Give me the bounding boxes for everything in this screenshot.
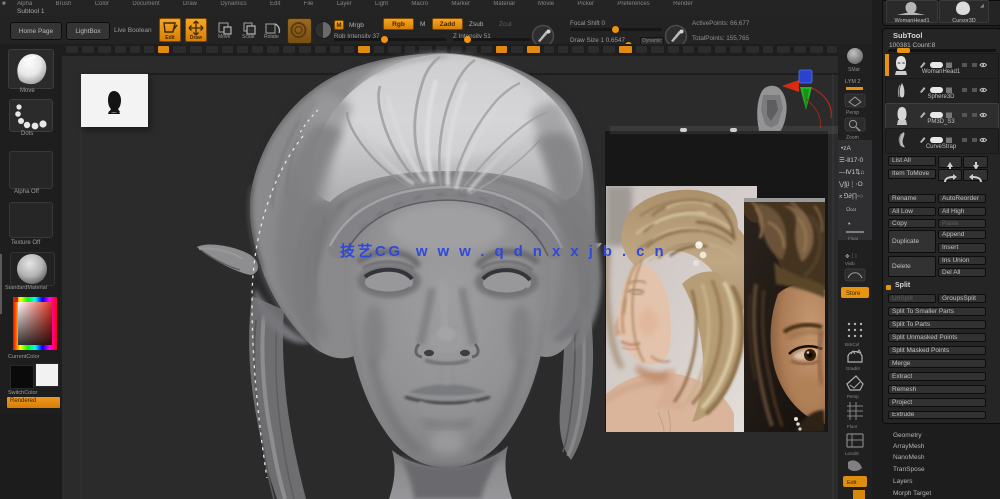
svg-text:Gradnt: Gradnt	[846, 366, 861, 371]
svg-text:✥︙⁝: ✥︙⁝	[845, 253, 857, 260]
svg-text:Persp: Persp	[846, 110, 859, 116]
svg-text:Floor: Floor	[847, 424, 858, 429]
svg-text:☰-Ⅱ17⋅0: ☰-Ⅱ17⋅0	[839, 157, 863, 164]
svg-text:⋁ʃʅʇ⋮⋅O: ⋁ʃʅʇ⋮⋅O	[838, 180, 863, 188]
svg-text:SMat: SMat	[848, 67, 860, 73]
svg-text:⌅⅁∂∏⋅○: ⌅⅁∂∏⋅○	[838, 192, 863, 200]
svg-text:LocalS: LocalS	[845, 451, 859, 456]
svg-text:Float: Float	[848, 236, 859, 241]
svg-text:Visib: Visib	[845, 261, 855, 266]
svg-text:•zA: •zA	[841, 145, 852, 152]
svg-text:Persp: Persp	[847, 394, 859, 399]
svg-text:BckCol: BckCol	[845, 342, 859, 347]
svg-text:LYM 2: LYM 2	[845, 79, 861, 85]
svg-text:Store: Store	[846, 291, 861, 297]
svg-text:―Ⅳ1⇅⌂: ―Ⅳ1⇅⌂	[839, 169, 865, 176]
svg-text:Ωωɹ: Ωωɹ	[846, 207, 857, 213]
svg-text:Edit: Edit	[847, 480, 857, 486]
